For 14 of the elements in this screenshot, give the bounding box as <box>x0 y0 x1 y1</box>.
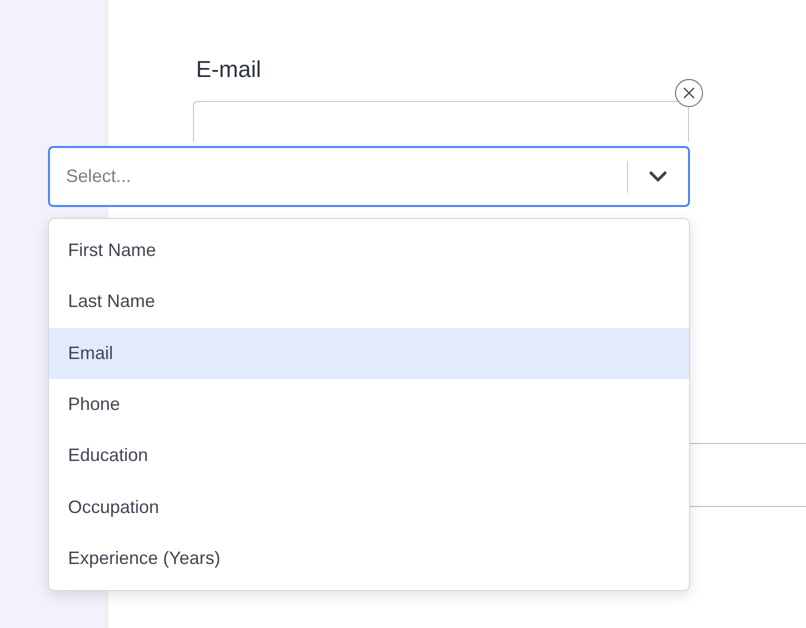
close-button[interactable] <box>675 78 703 106</box>
field-label: E-mail <box>196 55 262 84</box>
select-field[interactable]: Select... <box>48 146 690 207</box>
menu-option[interactable]: Occupation <box>49 481 689 533</box>
menu-option[interactable]: Experience (Years) <box>49 532 689 584</box>
menu-option[interactable]: Email <box>49 328 689 379</box>
placeholder-text: Select... <box>66 165 132 188</box>
close-icon <box>683 86 695 98</box>
menu-option[interactable]: Education <box>49 430 689 482</box>
menu-option[interactable]: Phone <box>49 378 689 430</box>
menu-option[interactable]: Last Name <box>49 276 689 328</box>
chevron-down-icon[interactable] <box>649 171 667 182</box>
menu-option[interactable]: First Name <box>49 225 689 276</box>
input-field[interactable] <box>193 100 689 142</box>
